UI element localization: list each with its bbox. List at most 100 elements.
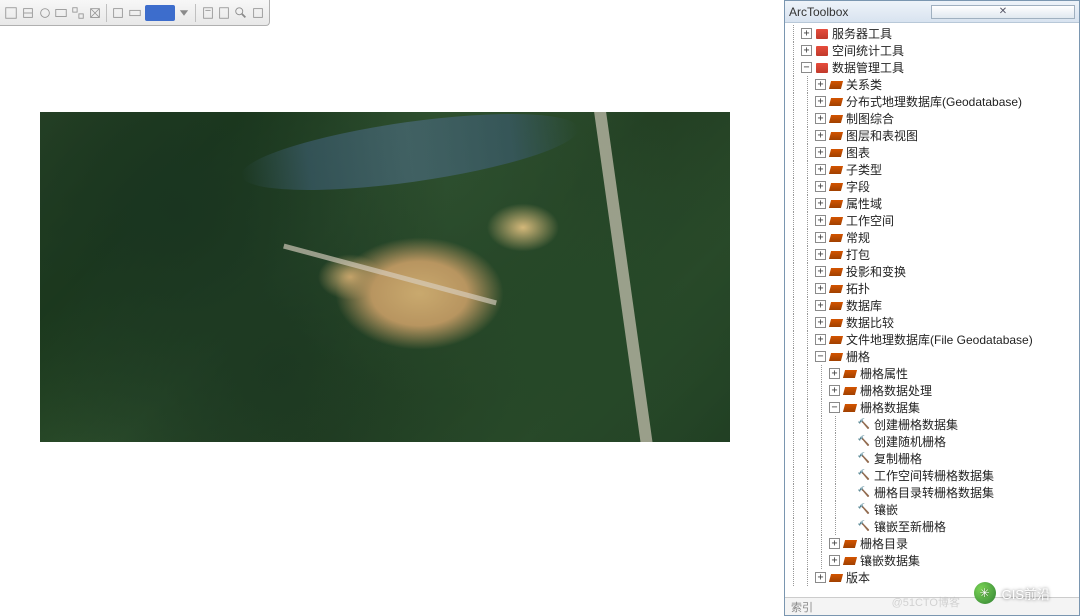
toolset-item[interactable]: + 图表 [787, 144, 1079, 161]
expand-icon[interactable]: + [815, 572, 826, 583]
toolset-item[interactable]: +拓扑 [787, 280, 1079, 297]
tool-btn-2[interactable] [21, 5, 36, 21]
toolset-item[interactable]: +字段 [787, 178, 1079, 195]
tool-btn-3[interactable] [37, 5, 52, 21]
toolbox-item[interactable]: +服务器工具 [787, 25, 1079, 42]
panel-title-text: ArcToolbox [789, 5, 931, 19]
tool-item[interactable]: 镶嵌至新栅格 [787, 518, 1079, 535]
expand-icon[interactable]: + [815, 198, 826, 209]
tree-item-label: 分布式地理数据库(Geodatabase) [846, 93, 1022, 110]
expand-icon[interactable]: + [815, 164, 826, 175]
expand-icon[interactable]: + [801, 45, 812, 56]
toolset-item[interactable]: + 打包 [787, 246, 1079, 263]
toolbar-separator-2 [195, 4, 196, 22]
expand-icon[interactable]: + [815, 181, 826, 192]
expand-icon[interactable]: + [815, 317, 826, 328]
tool-btn-11[interactable] [250, 5, 265, 21]
watermark-url: @51CTO博客 [892, 594, 960, 610]
tree-item-label: 数据库 [846, 297, 882, 314]
toolset-item[interactable]: + 分布式地理数据库(Geodatabase) [787, 93, 1079, 110]
hammer-icon [856, 418, 872, 432]
tool-btn-4[interactable] [54, 5, 69, 21]
tool-item[interactable]: 复制栅格 [787, 450, 1079, 467]
tool-btn-10[interactable] [217, 5, 232, 21]
expand-icon[interactable]: + [815, 232, 826, 243]
toolset-item[interactable]: +属性域 [787, 195, 1079, 212]
tree-item-label: 工作空间 [846, 212, 894, 229]
toolbox-item[interactable]: −数据管理工具 [787, 59, 1079, 76]
toolset-item[interactable]: −栅格数据集 [787, 399, 1079, 416]
toolset-icon [828, 197, 844, 211]
toolset-item[interactable]: +镶嵌数据集 [787, 552, 1079, 569]
tool-btn-7[interactable] [111, 5, 126, 21]
expand-icon[interactable]: + [815, 147, 826, 158]
tool-item[interactable]: 工作空间转栅格数据集 [787, 467, 1079, 484]
expand-icon[interactable]: + [815, 215, 826, 226]
toolset-item[interactable]: + 栅格目录 [787, 535, 1079, 552]
tree-item-label: 工作空间转栅格数据集 [874, 467, 994, 484]
toolset-item[interactable]: + 文件地理数据库(File Geodatabase) [787, 331, 1079, 348]
toolset-icon [828, 350, 844, 364]
collapse-icon[interactable]: − [815, 351, 826, 362]
expand-icon[interactable]: + [815, 79, 826, 90]
find-icon[interactable] [234, 5, 249, 21]
toolset-item[interactable]: +子类型 [787, 161, 1079, 178]
expand-icon[interactable]: + [829, 538, 840, 549]
toolset-item[interactable]: +投影和变换 [787, 263, 1079, 280]
toolbox-tree[interactable]: +服务器工具+空间统计工具−数据管理工具+关系类+分布式地理数据库(Geodat… [785, 23, 1079, 597]
tree-item-label: 文件地理数据库(File Geodatabase) [846, 331, 1033, 348]
expand-icon[interactable]: + [815, 266, 826, 277]
toolset-item[interactable]: +栅格属性 [787, 365, 1079, 382]
toolset-item[interactable]: + 数据比较 [787, 314, 1079, 331]
expand-icon[interactable]: + [815, 96, 826, 107]
tool-btn-8[interactable] [128, 5, 143, 21]
tree-item-label: 数据比较 [846, 314, 894, 331]
tool-btn-1[interactable] [4, 5, 19, 21]
toolset-item[interactable]: +栅格数据处理 [787, 382, 1079, 399]
toolset-icon [828, 299, 844, 313]
tool-btn-6[interactable] [88, 5, 103, 21]
expand-icon[interactable]: + [829, 385, 840, 396]
expand-icon[interactable]: + [815, 300, 826, 311]
tool-item[interactable]: 创建栅格数据集 [787, 416, 1079, 433]
tool-dropdown[interactable] [177, 5, 192, 21]
tool-btn-5[interactable] [71, 5, 86, 21]
footer-text: 索引 [791, 599, 813, 615]
collapse-icon[interactable]: − [801, 62, 812, 73]
toolset-item[interactable]: + 数据库 [787, 297, 1079, 314]
expand-icon[interactable]: + [801, 28, 812, 39]
expand-icon[interactable]: + [815, 130, 826, 141]
expand-icon[interactable]: + [829, 555, 840, 566]
map-canvas[interactable] [40, 112, 730, 442]
toolset-icon [828, 214, 844, 228]
tree-item-label: 打包 [846, 246, 870, 263]
watermark: ✳ GIS前沿 [974, 582, 1050, 604]
tool-item[interactable]: 镶嵌 [787, 501, 1079, 518]
tool-btn-9[interactable] [200, 5, 215, 21]
tree-item-label: 图表 [846, 144, 870, 161]
toolset-item[interactable]: −栅格 [787, 348, 1079, 365]
expand-icon[interactable]: + [815, 283, 826, 294]
expand-icon[interactable]: + [815, 113, 826, 124]
toolbox-item[interactable]: + 空间统计工具 [787, 42, 1079, 59]
hammer-icon [856, 469, 872, 483]
collapse-icon[interactable]: − [829, 402, 840, 413]
toolset-item[interactable]: +制图综合 [787, 110, 1079, 127]
tree-item-label: 空间统计工具 [832, 42, 904, 59]
toolset-item[interactable]: + 工作空间 [787, 212, 1079, 229]
expand-icon[interactable]: + [829, 368, 840, 379]
close-icon[interactable]: ✕ [931, 5, 1075, 19]
expand-icon[interactable]: + [815, 334, 826, 345]
toolset-icon [828, 112, 844, 126]
expand-icon[interactable]: + [815, 249, 826, 260]
tree-item-label: 栅格目录转栅格数据集 [874, 484, 994, 501]
tool-item[interactable]: 创建随机栅格 [787, 433, 1079, 450]
toolset-item[interactable]: +关系类 [787, 76, 1079, 93]
tool-item[interactable]: 栅格目录转栅格数据集 [787, 484, 1079, 501]
toolset-item[interactable]: +常规 [787, 229, 1079, 246]
toolset-icon [842, 554, 858, 568]
tool-btn-active[interactable] [145, 5, 175, 21]
toolset-item[interactable]: +图层和表视图 [787, 127, 1079, 144]
tree-item-label: 栅格目录 [860, 535, 908, 552]
hammer-icon [856, 452, 872, 466]
